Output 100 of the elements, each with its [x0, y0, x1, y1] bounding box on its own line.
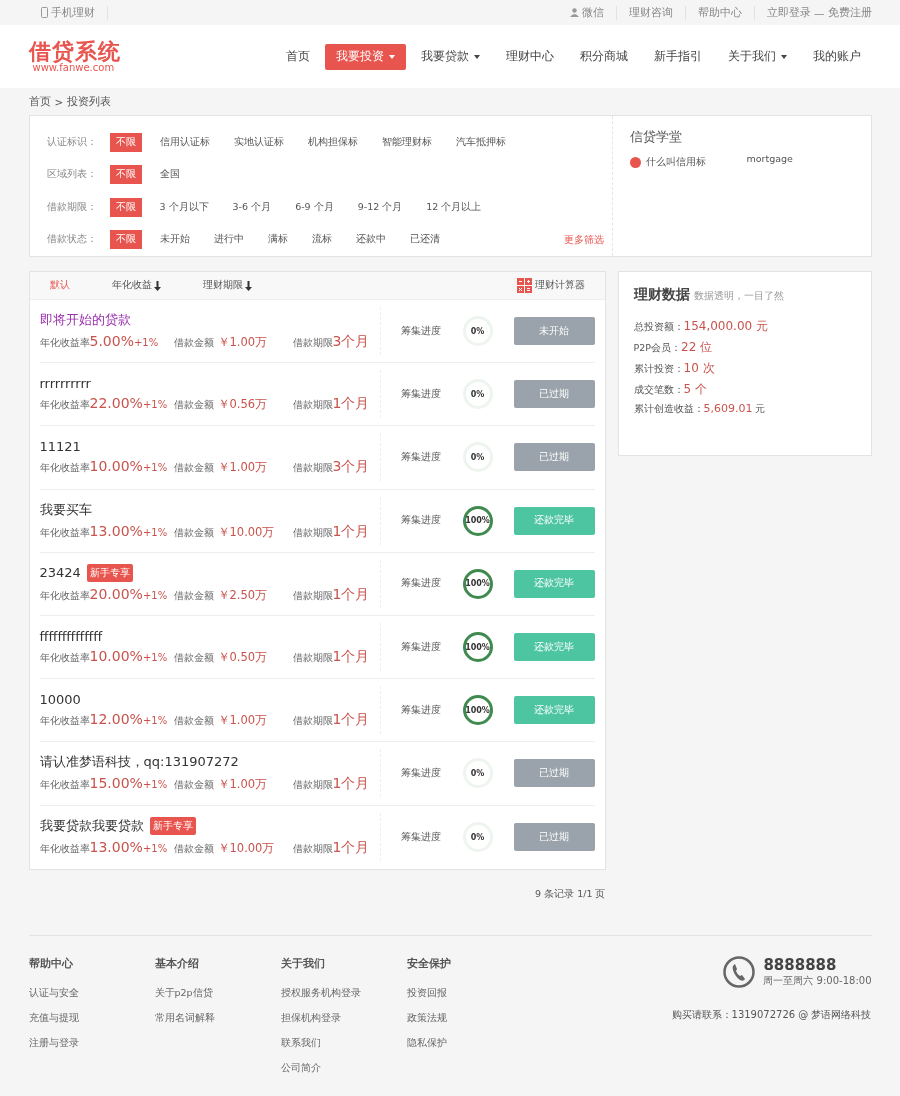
progress-percent: 100% [465, 642, 490, 652]
filter-option[interactable]: 9-12 个月 [351, 197, 409, 217]
sort-tab[interactable]: 年化收益 [111, 279, 161, 292]
filter-option[interactable]: 12 个月以上 [420, 197, 488, 217]
progress-label: 筹集进度 [400, 577, 442, 591]
footer-link[interactable]: 常用名词解释 [154, 1011, 281, 1025]
filter-option[interactable]: 未开始 [153, 230, 196, 250]
footer-link[interactable]: 充值与提现 [28, 1011, 155, 1025]
top-link[interactable]: 微信 [558, 5, 617, 20]
breadcrumb-item[interactable]: 投资列表 [67, 94, 112, 109]
stat-label: 成交笔数： [633, 384, 684, 397]
rate-label: 年化收益率 [39, 398, 90, 412]
footer-link[interactable]: 联系我们 [280, 1036, 407, 1050]
filter-option[interactable]: 机构担保标 [301, 132, 364, 152]
progress-ring [462, 505, 493, 536]
register-link[interactable]: 免费注册 [827, 5, 872, 20]
footer-link[interactable]: 公司简介 [280, 1061, 407, 1075]
stat-label: 总投资额： [633, 321, 684, 334]
footer-heading: 帮助中心 [28, 955, 74, 971]
rate-bonus: +1% [142, 589, 168, 601]
calculator-link[interactable]: 理财计算器 [516, 278, 585, 293]
footer-link[interactable]: 隐私保护 [406, 1036, 533, 1050]
footer-link[interactable]: 注册与登录 [28, 1036, 155, 1050]
filter-option[interactable]: 不限 [109, 197, 142, 217]
rate-value: 12.00% [89, 710, 143, 727]
loan-title[interactable]: 11121 [39, 438, 81, 454]
login-link[interactable]: 立即登录 [767, 5, 811, 20]
footer-link[interactable]: 关于p2p信贷 [154, 986, 281, 1000]
nav-item[interactable]: 首页 [274, 43, 321, 70]
filter-option[interactable]: 不限 [109, 132, 142, 152]
stat-unit: 元 [755, 403, 766, 416]
filter-label: 借款状态： [46, 233, 98, 247]
filter-option[interactable]: 流标 [305, 230, 338, 250]
progress-percent: 100% [465, 516, 490, 526]
filter-option[interactable]: 进行中 [207, 230, 250, 250]
rate-bonus: +1% [142, 843, 168, 855]
filter-option[interactable]: 汽车抵押标 [449, 132, 512, 152]
more-filters-link[interactable]: 更多筛选 [563, 234, 604, 247]
nav-item[interactable]: 新手指引 [642, 43, 713, 70]
amount-value: ￥10.00万 [217, 524, 275, 540]
filter-option[interactable]: 智能理财标 [375, 132, 438, 152]
loan-title[interactable]: 我要买车 [39, 500, 92, 519]
loan-title[interactable]: rrrrrrrrrr [39, 375, 91, 391]
amount-label: 借款金额 [173, 714, 214, 728]
filter-option[interactable]: 满标 [261, 230, 294, 250]
filter-option[interactable]: 3-6 个月 [226, 197, 278, 217]
amount-label: 借款金额 [173, 651, 214, 665]
progress-percent: 0% [470, 768, 485, 778]
nav-item[interactable]: 积分商城 [568, 43, 639, 70]
loan-title[interactable]: 10000 [39, 691, 81, 707]
footer-link[interactable]: 授权服务机构登录 [280, 986, 407, 1000]
sort-tab[interactable]: 默认 [49, 279, 70, 292]
filter-option[interactable]: 还款中 [349, 230, 392, 250]
top-link[interactable]: 帮助中心 [686, 5, 755, 20]
phone-icon [723, 955, 756, 988]
loan-title[interactable]: 我要贷款我要贷款 [39, 817, 144, 836]
loan-title[interactable]: 即将开始的贷款 [39, 311, 131, 330]
term-label: 借款期限 [292, 337, 333, 351]
term-value: 1个月 [332, 394, 370, 413]
progress-ring [462, 632, 493, 663]
filter-option[interactable]: 不限 [109, 165, 142, 185]
rate-bonus: +1% [142, 461, 168, 473]
sort-tab[interactable]: 理财期限 [202, 279, 252, 292]
term-label: 借款期限 [292, 526, 333, 540]
filter-option[interactable]: 已还清 [403, 230, 446, 250]
progress-label: 筹集进度 [400, 324, 442, 338]
school-link[interactable]: 什么叫信用标 [645, 156, 706, 169]
nav-item[interactable]: 我的账户 [801, 43, 872, 70]
footer-link[interactable]: 投资回报 [406, 986, 533, 1000]
footer-link[interactable]: 担保机构登录 [280, 1011, 407, 1025]
breadcrumb-item[interactable]: 首页 [28, 94, 51, 109]
filter-label: 认证标识： [46, 135, 98, 149]
loan-title[interactable]: ffffffffffffff [39, 628, 103, 644]
loan-title[interactable]: 请认准梦语科技，qq:131907272 [39, 753, 239, 772]
top-link[interactable]: 理财咨询 [617, 5, 686, 20]
term-label: 借款期限 [292, 843, 333, 857]
footer-link[interactable]: 认证与安全 [28, 986, 155, 1000]
nav-item[interactable]: 我要投资 [324, 43, 406, 70]
amount-label: 借款金额 [173, 526, 214, 540]
progress-label: 筹集进度 [400, 450, 442, 464]
filter-option[interactable]: 不限 [109, 230, 142, 250]
footer-heading: 关于我们 [280, 955, 326, 971]
footer-heading: 基本介绍 [154, 955, 200, 971]
nav-item[interactable]: 我要贷款 [409, 43, 491, 70]
progress-label: 筹集进度 [400, 830, 442, 844]
rate-bonus: +1% [134, 337, 159, 349]
filter-option[interactable]: 信用认证标 [153, 132, 216, 152]
nav-item[interactable]: 理财中心 [494, 43, 565, 70]
mobile-link[interactable]: 手机理财 [28, 5, 108, 20]
nav-item[interactable]: 关于我们 [716, 43, 798, 70]
filter-option[interactable]: 6-9 个月 [289, 197, 340, 217]
term-label: 借款期限 [292, 398, 333, 412]
term-value: 1个月 [332, 839, 370, 858]
filter-option[interactable]: 全国 [153, 165, 186, 185]
footer-link[interactable]: 政策法规 [406, 1011, 533, 1025]
loan-title[interactable]: 23424 [39, 565, 81, 581]
progress-label: 筹集进度 [400, 703, 442, 717]
filter-label: 区域列表： [46, 168, 98, 182]
filter-option[interactable]: 3 个月以下 [153, 197, 215, 217]
filter-option[interactable]: 实地认证标 [227, 132, 290, 152]
